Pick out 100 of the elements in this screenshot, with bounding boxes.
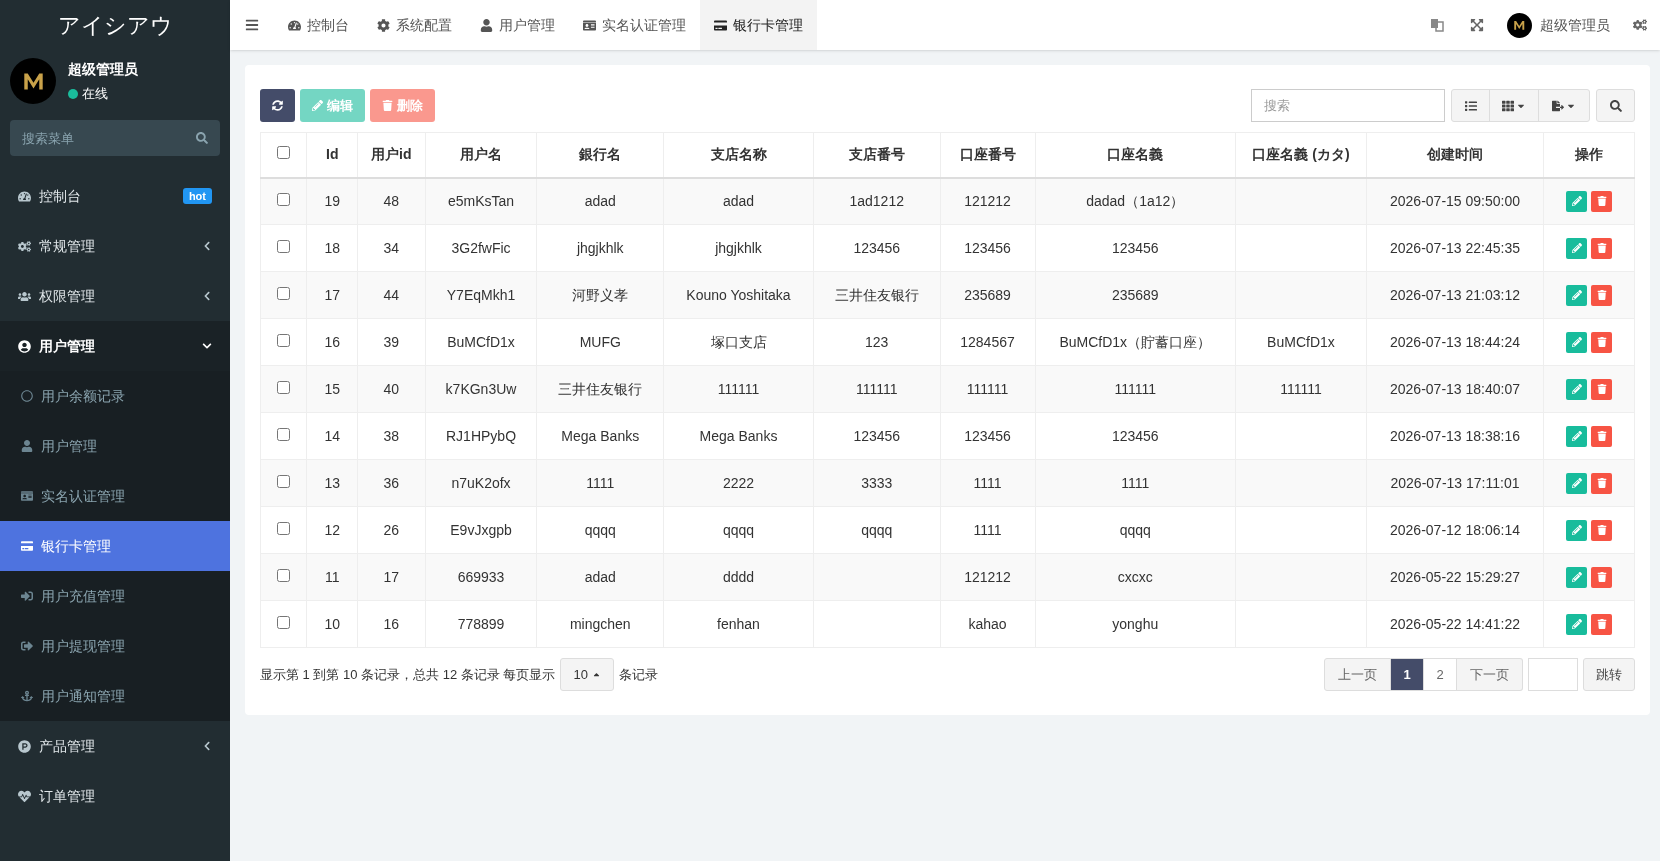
caret-icon (591, 670, 601, 679)
row-checkbox[interactable] (277, 239, 291, 253)
row-checkbox[interactable] (277, 380, 291, 394)
submenu-item[interactable]: 用户余额记录 (0, 371, 230, 421)
row-delete-button[interactable] (1591, 566, 1613, 588)
column-header: 口座番号 (940, 132, 1035, 178)
table-cell: qqqq (663, 506, 814, 554)
row-delete-button[interactable] (1591, 378, 1613, 400)
row-edit-button[interactable] (1566, 519, 1588, 541)
row-delete-button[interactable] (1591, 472, 1613, 494)
brand-title: アイシアウ (57, 11, 173, 40)
table-cell: k7KGn3Uw (425, 365, 537, 413)
table-cell: 2026-07-13 18:40:07 (1366, 365, 1544, 413)
trash-icon (1596, 572, 1607, 582)
table-cell: 123456 (813, 224, 941, 272)
table-cell: 2026-07-15 09:50:00 (1366, 177, 1544, 225)
row-edit-button[interactable] (1566, 472, 1588, 494)
row-edit-button[interactable] (1566, 331, 1588, 353)
page-button[interactable]: 2 (1424, 658, 1457, 691)
row-delete-button[interactable] (1591, 237, 1613, 259)
table-cell: 34 (357, 224, 426, 272)
table-cell: dddd (663, 553, 814, 601)
submenu-item[interactable]: 用户通知管理 (0, 671, 230, 721)
row-checkbox[interactable] (277, 615, 291, 629)
pencil-icon (1571, 619, 1582, 629)
row-checkbox[interactable] (277, 192, 291, 206)
pencil-icon (1571, 196, 1582, 207)
nav-tab[interactable]: 控制台 (274, 0, 363, 50)
table-cell: n7uK2ofx (425, 459, 537, 507)
table-cell: 3333 (813, 459, 941, 507)
prev-page-button[interactable]: 上一页 (1324, 658, 1391, 691)
row-edit-button[interactable] (1566, 190, 1588, 212)
submenu-item[interactable]: 银行卡管理 (0, 521, 230, 571)
nav-tab[interactable]: 实名认证管理 (569, 0, 700, 50)
table-search-field[interactable]: 搜索 (1251, 89, 1445, 122)
row-checkbox[interactable] (277, 333, 291, 347)
table-cell: kahao (940, 600, 1035, 648)
menu-item[interactable]: 产品管理 (0, 721, 230, 771)
submenu-item[interactable]: 用户充值管理 (0, 571, 230, 621)
menu-item[interactable]: 权限管理 (0, 271, 230, 321)
row-checkbox[interactable] (277, 286, 291, 300)
next-page-button[interactable]: 下一页 (1457, 658, 1523, 691)
table-cell: 18 (306, 224, 358, 272)
table-cell: 123 (813, 318, 941, 366)
table-cell: E9vJxgpb (425, 506, 537, 554)
row-delete-button[interactable] (1591, 425, 1613, 447)
table-cell: 2026-07-13 21:03:12 (1366, 271, 1544, 319)
menu-item[interactable]: 控制台 hot (0, 171, 230, 221)
trash-icon (1596, 384, 1607, 394)
row-edit-button[interactable] (1566, 613, 1588, 635)
submenu-item[interactable]: 实名认证管理 (0, 471, 230, 521)
jump-button[interactable]: 跳转 (1583, 658, 1635, 691)
pencil-icon (1571, 525, 1582, 535)
row-edit-button[interactable] (1566, 237, 1588, 259)
menu-item[interactable]: 常规管理 (0, 221, 230, 271)
row-checkbox[interactable] (277, 474, 291, 488)
row-checkbox[interactable] (277, 427, 291, 441)
select-all-checkbox[interactable] (277, 146, 291, 160)
table-cell: 1111 (536, 459, 664, 507)
table-cell: 塚口支店 (663, 318, 814, 366)
menu-item[interactable]: 用户管理 (0, 321, 230, 371)
menu-search-field[interactable]: 搜索菜单 (10, 120, 220, 156)
grid-icon (1502, 99, 1514, 112)
table-cell: 39 (357, 318, 426, 366)
page-button[interactable]: 1 (1391, 658, 1424, 691)
nav-tab[interactable]: 用户管理 (466, 0, 569, 50)
trash-icon (1596, 478, 1607, 488)
gear-icon (377, 18, 390, 32)
table-cell: BuMCfD1x（貯蓄口座） (1035, 318, 1236, 366)
header-user-name[interactable]: 超级管理员 (1540, 14, 1610, 36)
column-header: 创建时间 (1366, 132, 1544, 178)
row-edit-button[interactable] (1566, 425, 1588, 447)
menu-icon (245, 18, 259, 32)
nav-tab[interactable]: 银行卡管理 (700, 0, 817, 50)
table-cell: 15 (306, 365, 358, 413)
submenu-item[interactable]: 用户管理 (0, 421, 230, 471)
row-edit-button[interactable] (1566, 378, 1588, 400)
submenu-item[interactable]: 用户提现管理 (0, 621, 230, 671)
table-cell: 10 (306, 600, 358, 648)
chevron-left-icon (202, 291, 212, 301)
row-delete-button[interactable] (1591, 519, 1613, 541)
row-checkbox[interactable] (277, 568, 291, 582)
row-edit-button[interactable] (1566, 566, 1588, 588)
row-checkbox[interactable] (277, 521, 291, 535)
search-button[interactable] (1596, 89, 1635, 122)
menu-item[interactable]: 订单管理 (0, 771, 230, 821)
page-size-dropdown[interactable]: 10 (560, 658, 614, 691)
table-cell: RJ1HPybQ (425, 412, 537, 460)
column-header: 支店名称 (663, 132, 814, 178)
user-status: 在线 (82, 84, 108, 103)
row-delete-button[interactable] (1591, 190, 1613, 212)
row-delete-button[interactable] (1591, 331, 1613, 353)
row-delete-button[interactable] (1591, 284, 1613, 306)
row-edit-button[interactable] (1566, 284, 1588, 306)
sign-in-icon (21, 590, 33, 602)
jump-page-field[interactable] (1528, 658, 1578, 691)
row-delete-button[interactable] (1591, 613, 1613, 635)
refresh-button[interactable] (260, 89, 295, 122)
column-header: 銀行名 (536, 132, 664, 178)
nav-tab[interactable]: 系统配置 (363, 0, 466, 50)
